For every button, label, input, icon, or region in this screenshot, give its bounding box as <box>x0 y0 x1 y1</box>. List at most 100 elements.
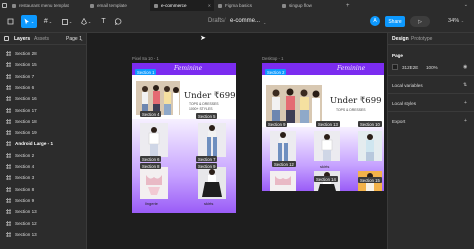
product-card[interactable] <box>314 131 340 161</box>
pen-tool[interactable]: ⌄ <box>78 15 94 28</box>
hero-photo <box>136 81 180 115</box>
layer-item[interactable]: Section 15 <box>0 59 87 70</box>
product-card[interactable] <box>140 123 168 157</box>
layer-item[interactable]: Section 13 <box>0 229 87 240</box>
page-opacity-field[interactable]: 100% <box>426 65 438 70</box>
product-card[interactable] <box>140 167 168 199</box>
section-tag[interactable]: Section 6 <box>140 156 162 162</box>
canvas[interactable]: ➤ Pixel 8a 10 - 1 Feminine Section 1 Und… <box>87 33 387 249</box>
tab-figma-basics[interactable]: Figma basics <box>214 0 278 11</box>
sidebar-toggle-icon[interactable] <box>4 36 9 41</box>
product-caption: lingerie <box>145 201 158 206</box>
product-card[interactable] <box>198 167 226 199</box>
layer-item[interactable]: Section 17 <box>0 105 87 116</box>
frame-icon <box>6 107 11 113</box>
move-tool[interactable]: ⌄ <box>21 15 37 28</box>
add-icon[interactable]: + <box>464 100 467 106</box>
chevron-down-icon[interactable]: ⌄ <box>464 2 468 8</box>
local-styles[interactable]: Local styles <box>392 101 416 106</box>
present-button[interactable]: ▷ <box>410 16 430 27</box>
frame-pixel[interactable]: Feminine Section 1 Under ₹699 TOPS & DRE… <box>132 63 236 213</box>
layer-label: Section 12 <box>15 220 37 226</box>
close-icon[interactable]: ✕ <box>208 3 211 8</box>
layer-item[interactable]: Android Large - 1 <box>0 138 87 149</box>
section-tag[interactable]: Section 10 <box>358 121 382 127</box>
product-card[interactable] <box>358 131 382 161</box>
section-tag[interactable]: Section 8 <box>140 163 162 169</box>
tab-singup-flow[interactable]: singup flow <box>278 0 342 11</box>
layer-item[interactable]: Section 9 <box>0 195 87 206</box>
page-color-swatch[interactable] <box>392 64 398 70</box>
tab-prototype[interactable]: Prototype <box>411 36 432 42</box>
layer-item[interactable]: Section 28 <box>0 48 87 59</box>
add-icon[interactable]: + <box>464 118 467 124</box>
local-variables[interactable]: Local variables <box>392 83 423 88</box>
layer-item[interactable]: Section 12 <box>0 218 87 229</box>
toolbar: ⌄ # ⌄ ⌄ ⌄ T Drafts / e-comme... ⌄ A Share… <box>0 11 474 33</box>
section-tag[interactable]: Section 14 <box>314 176 338 182</box>
main-menu-icon[interactable] <box>4 15 17 28</box>
section-tag[interactable]: Section 12 <box>272 161 296 167</box>
frame-tool[interactable]: # ⌄ <box>40 15 56 28</box>
section-tag[interactable]: Section 15 <box>358 177 382 183</box>
frame-icon <box>6 73 11 79</box>
tab-email-template[interactable]: email template <box>86 0 150 11</box>
section-tag[interactable]: Section 1 <box>135 69 157 75</box>
chevron-down-icon: ⌄ <box>460 18 465 23</box>
page-color-field[interactable]: 312E2E <box>402 65 418 70</box>
file-icon <box>282 3 286 8</box>
home-icon[interactable] <box>0 0 8 11</box>
tab-e-commerce[interactable]: e-commerce ✕ <box>150 0 214 11</box>
comment-tool[interactable] <box>112 15 125 28</box>
section-tag[interactable]: Section 7 <box>196 156 218 162</box>
promo-price: Under ₹699 <box>330 96 382 106</box>
product-card[interactable] <box>270 171 296 191</box>
layer-item[interactable]: Section 19 <box>0 127 87 138</box>
tab-restaurant-menu[interactable]: restaurant menu templat <box>8 0 86 11</box>
design-panel-header: Design Prototype <box>388 33 474 45</box>
avatar[interactable]: A <box>370 16 380 26</box>
export[interactable]: Export <box>392 119 405 124</box>
promo-subtitle: TOPS & DRESSES <box>336 108 366 112</box>
zoom-level[interactable]: 34% ⌄ <box>448 18 464 24</box>
breadcrumb-folder[interactable]: Drafts <box>208 18 224 24</box>
section-tag[interactable]: Section 9 <box>196 163 218 169</box>
new-tab-icon[interactable]: + <box>346 3 350 9</box>
file-name[interactable]: e-comme... <box>230 18 260 24</box>
layer-item[interactable]: Section 2 <box>0 150 87 161</box>
frame-label[interactable]: Pixel 8a 10 - 1 <box>132 56 159 61</box>
file-icon <box>12 3 16 8</box>
section-tag[interactable]: Section 4 <box>140 111 162 117</box>
product-card[interactable] <box>198 123 226 157</box>
hero-photo <box>266 85 322 123</box>
chevron-down-icon[interactable]: ⌄ <box>263 20 266 25</box>
layer-item[interactable]: Section 18 <box>0 116 87 127</box>
frame-label[interactable]: Desktop - 1 <box>262 56 283 61</box>
tab-layers[interactable]: Layers <box>14 36 30 42</box>
mouse-cursor-icon: ➤ <box>200 35 206 42</box>
text-icon: T <box>101 18 106 25</box>
adjust-icon[interactable]: ⇅ <box>463 82 467 88</box>
tab-assets[interactable]: Assets <box>34 36 49 42</box>
layer-item[interactable]: Section 16 <box>0 93 87 104</box>
section-tag[interactable]: Section 5 <box>196 113 218 119</box>
layer-item[interactable]: Section 3 <box>0 172 87 183</box>
section-tag[interactable]: Section 9 <box>266 121 288 127</box>
layer-label: Section 17 <box>15 107 37 113</box>
layer-item[interactable]: Section 7 <box>0 71 87 82</box>
eye-icon[interactable]: ◉ <box>463 64 467 70</box>
layer-item[interactable]: Section 6 <box>0 82 87 93</box>
layer-item[interactable]: Section 8 <box>0 184 87 195</box>
text-tool[interactable]: T <box>97 15 110 28</box>
share-button[interactable]: Share <box>385 16 405 27</box>
section-tag[interactable]: Section 13 <box>316 121 340 127</box>
layer-item[interactable]: Section 4 <box>0 161 87 172</box>
frame-desktop[interactable]: Feminine Section 2 Under ₹699 TOPS & DRE… <box>262 63 384 191</box>
section-tag[interactable]: Section 2 <box>265 69 287 75</box>
layer-item[interactable]: Section 13 <box>0 206 87 217</box>
shape-tool[interactable]: ⌄ <box>59 15 75 28</box>
tab-design[interactable]: Design <box>392 36 409 42</box>
frame-icon <box>6 231 11 237</box>
product-card[interactable] <box>270 131 296 161</box>
chevron-down-icon[interactable]: ⌄ <box>80 37 83 42</box>
